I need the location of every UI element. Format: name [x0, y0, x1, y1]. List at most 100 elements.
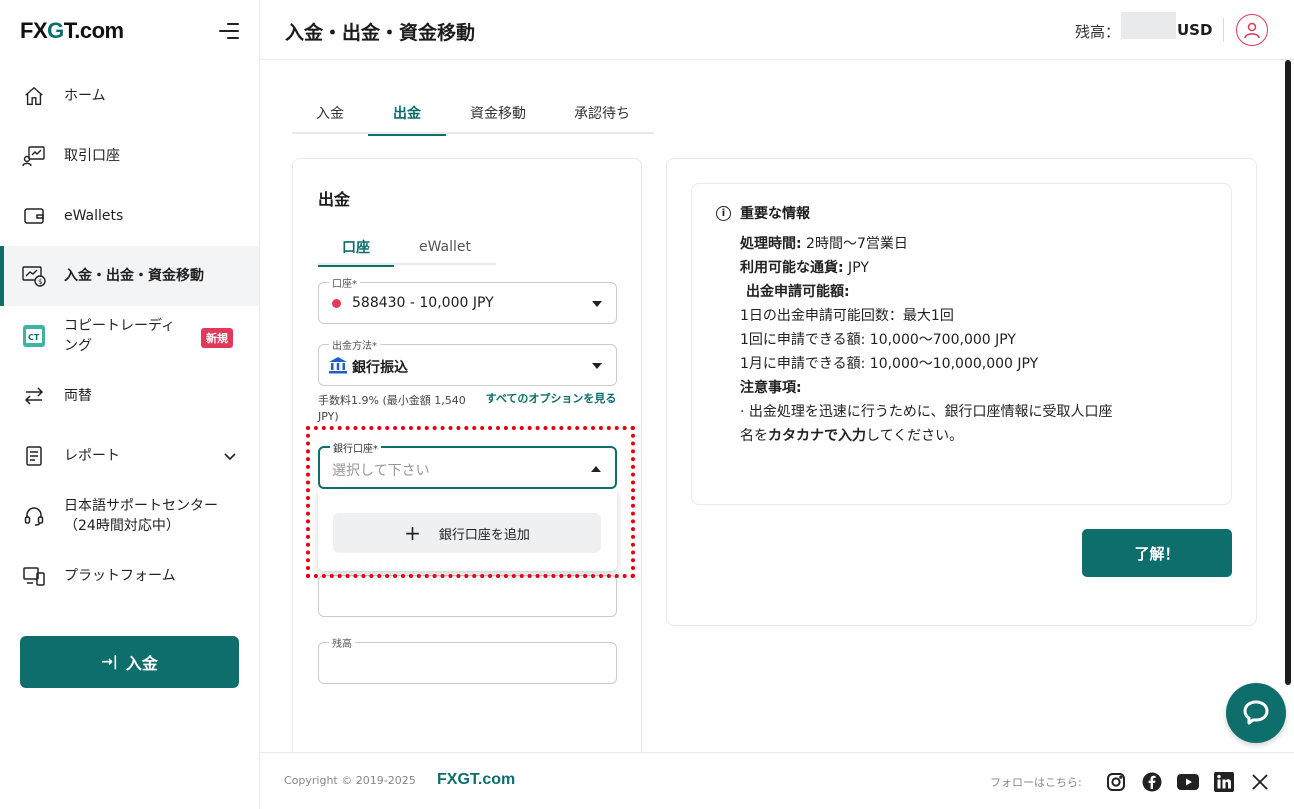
home-icon [22, 84, 46, 108]
sidebar-item-platform[interactable]: プラットフォーム [0, 546, 259, 606]
deposit-button-label: 入金 [125, 654, 158, 673]
important-info-box: i 重要な情報 処理時間: 2時間〜7営業日 利用可能な通貨: JPY 出金申請… [691, 183, 1232, 505]
x-icon[interactable] [1249, 771, 1271, 793]
sidebar-item-trading-accounts[interactable]: 取引口座 [0, 126, 259, 186]
support-headset-icon [22, 504, 46, 528]
funds-transfer-icon: $ [22, 264, 46, 288]
limits-title: 出金申請可能額: [746, 284, 850, 300]
facebook-icon[interactable] [1141, 771, 1163, 793]
linkedin-icon[interactable] [1213, 771, 1235, 793]
trading-account-icon [22, 144, 46, 168]
note-line-1: · 出金処理を迅速に行うために、銀行口座情報に受取人口座 [740, 404, 1113, 420]
sidebar-item-exchange[interactable]: 両替 [0, 366, 259, 426]
sidebar-item-copy-trading[interactable]: CT コピートレーディ ング 新規 [0, 306, 259, 366]
menu-toggle-icon[interactable] [219, 22, 239, 40]
limit-line-2: 1回に申請できる額: 10,000〜700,000 JPY [740, 332, 1016, 348]
page-scrollbar[interactable] [1285, 60, 1291, 685]
acknowledge-button[interactable]: 了解！ [1082, 529, 1232, 577]
tab-pending[interactable]: 承認待ち [550, 92, 654, 134]
account-select-label: 口座* [329, 275, 360, 290]
user-avatar-icon[interactable] [1236, 14, 1268, 46]
fxgt-logo[interactable]: FXGT.com [20, 18, 124, 44]
report-icon [22, 444, 46, 468]
sidebar-item-reports[interactable]: レポート [0, 426, 259, 486]
bank-account-label: 銀行口座* [330, 440, 381, 455]
tab-transfer[interactable]: 資金移動 [446, 92, 550, 134]
header-divider [1223, 18, 1224, 42]
follow-label: フォローはこちら: [990, 776, 1082, 789]
caret-down-icon [592, 301, 602, 307]
svg-text:$: $ [38, 278, 42, 286]
balance-label: 残高： [1075, 23, 1121, 41]
bank-account-select[interactable]: 銀行口座* 選択して下さい [318, 440, 617, 489]
withdraw-card: 出金 口座 eWallet 口座* 588430 - 10,000 JPY 出金… [292, 158, 642, 758]
balance-field-label: 残高 [329, 635, 355, 650]
bank-account-placeholder: 選択して下さい [332, 463, 430, 479]
tab-deposit[interactable]: 入金 [292, 92, 368, 134]
fee-text: 手数料1.9% (最小金額 1,540 JPY) [318, 394, 466, 423]
sidebar-item-label: 入金・出金・資金移動 [64, 268, 204, 284]
sidebar-nav: ホーム 取引口座 eWallets $ 入金・出金・資金移動 CT コピートレー… [0, 66, 259, 606]
balance-currency: USD [1177, 21, 1213, 39]
sidebar-item-support[interactable]: 日本語サポートセンター （24時間対応中） [0, 486, 259, 546]
exchange-icon [22, 384, 46, 408]
status-dot [332, 299, 341, 308]
withdraw-method-label: 出金方法* [329, 337, 380, 352]
sidebar-item-label: コピートレーディ ング [64, 318, 176, 354]
subtab-ewallet[interactable]: eWallet [394, 229, 496, 265]
info-icon: i [716, 205, 731, 221]
withdraw-subtabs: 口座 eWallet [318, 229, 496, 267]
note-line-2: 名をカタカナで入力してください。 [740, 428, 964, 444]
info-lines: 処理時間: 2時間〜7営業日 利用可能な通貨: JPY 出金申請可能額: 1日の… [740, 232, 1220, 448]
notes-title: 注意事項: [740, 380, 802, 396]
instagram-icon[interactable] [1105, 771, 1127, 793]
withdraw-title: 出金 [318, 190, 351, 209]
sidebar-item-label: レポート [64, 448, 120, 464]
balance-value-masked [1121, 12, 1176, 39]
plus-icon: + [404, 521, 421, 545]
account-select[interactable]: 口座* 588430 - 10,000 JPY [318, 275, 617, 324]
subtab-account[interactable]: 口座 [318, 229, 394, 267]
youtube-icon[interactable] [1177, 771, 1199, 793]
currency-line: 利用可能な通貨: JPY [740, 260, 869, 276]
bank-icon [328, 355, 348, 379]
wallet-icon [22, 204, 46, 228]
sidebar-item-label: プラットフォーム [64, 568, 176, 584]
sidebar-item-ewallets[interactable]: eWallets [0, 186, 259, 246]
all-options-link[interactable]: すべてのオプションを見る [483, 391, 619, 407]
limit-line-1: 1日の出金申請可能回数：最大1回 [740, 308, 954, 324]
login-arrow-icon: →| [101, 654, 118, 670]
sidebar-item-label: eWallets [64, 208, 124, 224]
chevron-down-icon[interactable] [222, 448, 238, 468]
deposit-button[interactable]: →| 入金 [20, 636, 239, 688]
copyright-text: Copyright © 2019-2025 [284, 774, 416, 787]
footer: Copyright © 2019-2025 FXGT.com フォローはこちら: [260, 752, 1294, 809]
sidebar: FXGT.com ホーム 取引口座 eWallets $ 入金・出金・資金移動 … [0, 0, 260, 809]
copy-trading-icon: CT [22, 324, 46, 348]
add-bank-account-button[interactable]: + 銀行口座を追加 [333, 513, 601, 553]
withdraw-method-value: 銀行振込 [352, 360, 408, 376]
processing-time-line: 処理時間: 2時間〜7営業日 [740, 236, 908, 252]
account-select-value: 588430 - 10,000 JPY [352, 295, 494, 311]
info-title-text: 重要な情報 [740, 206, 810, 222]
sidebar-item-label: 取引口座 [64, 148, 120, 164]
chat-support-button[interactable] [1226, 683, 1286, 743]
sidebar-item-home[interactable]: ホーム [0, 66, 259, 126]
hidden-field[interactable] [318, 575, 617, 617]
funds-tabs: 入金 出金 資金移動 承認待ち [292, 92, 654, 136]
limit-line-3: 1月に申請できる額: 10,000〜10,000,000 JPY [740, 356, 1039, 372]
bank-account-dropdown: + 銀行口座を追加 [318, 489, 617, 571]
caret-down-icon [592, 363, 602, 369]
caret-up-icon [591, 466, 601, 472]
add-bank-account-label: 銀行口座を追加 [438, 527, 530, 543]
sidebar-item-label: 日本語サポートセンター （24時間対応中） [64, 498, 218, 534]
withdraw-method-select[interactable]: 出金方法* 銀行振込 [318, 337, 617, 386]
footer-brand[interactable]: FXGT.com [437, 771, 515, 789]
top-header: 入金・出金・資金移動 残高： USD [260, 0, 1294, 60]
info-card: i 重要な情報 処理時間: 2時間〜7営業日 利用可能な通貨: JPY 出金申請… [666, 158, 1257, 626]
tab-withdraw[interactable]: 出金 [368, 92, 446, 136]
sidebar-item-label: ホーム [64, 88, 106, 104]
balance-field[interactable]: 残高 [318, 635, 617, 684]
info-title: i 重要な情報 [716, 203, 810, 223]
sidebar-item-funds[interactable]: $ 入金・出金・資金移動 [0, 246, 259, 306]
